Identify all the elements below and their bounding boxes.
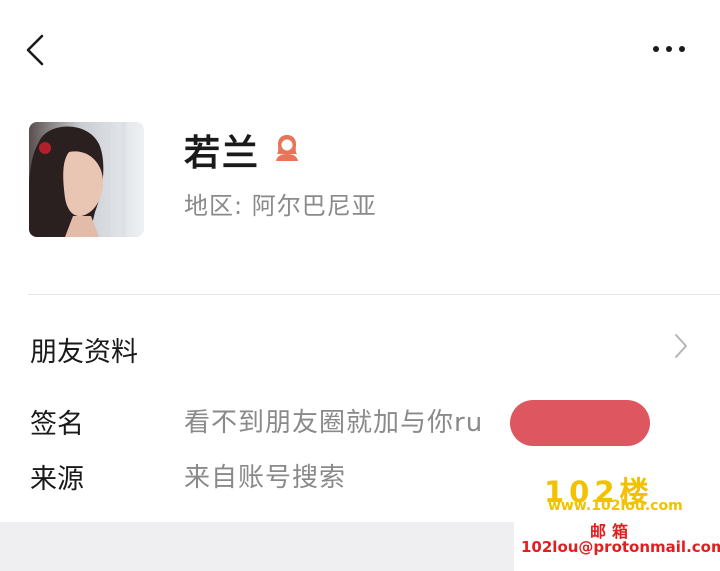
profile-region: 地区: 阿尔巴尼亚 xyxy=(184,192,377,220)
chevron-right-icon xyxy=(670,331,692,361)
more-button[interactable] xyxy=(644,34,694,64)
watermark-mail: 102lou@protonmail.com xyxy=(521,538,720,556)
signature-value: 看不到朋友圈就加与你ru xyxy=(184,408,484,438)
watermark-site: www.102lou.com xyxy=(548,498,683,514)
avatar-photo xyxy=(29,122,144,237)
source-label: 来源 xyxy=(30,464,84,495)
avatar[interactable] xyxy=(29,122,144,237)
more-horizontal-icon xyxy=(653,46,685,52)
redaction-mark xyxy=(510,400,650,446)
female-icon xyxy=(272,133,302,163)
friend-profile-label: 朋友资料 xyxy=(30,337,138,368)
signature-label: 签名 xyxy=(30,409,84,440)
back-button[interactable] xyxy=(18,28,54,72)
profile-name: 若兰 xyxy=(184,133,261,174)
divider xyxy=(28,294,720,295)
chevron-left-icon xyxy=(26,34,44,66)
source-value: 来自账号搜索 xyxy=(184,463,347,493)
